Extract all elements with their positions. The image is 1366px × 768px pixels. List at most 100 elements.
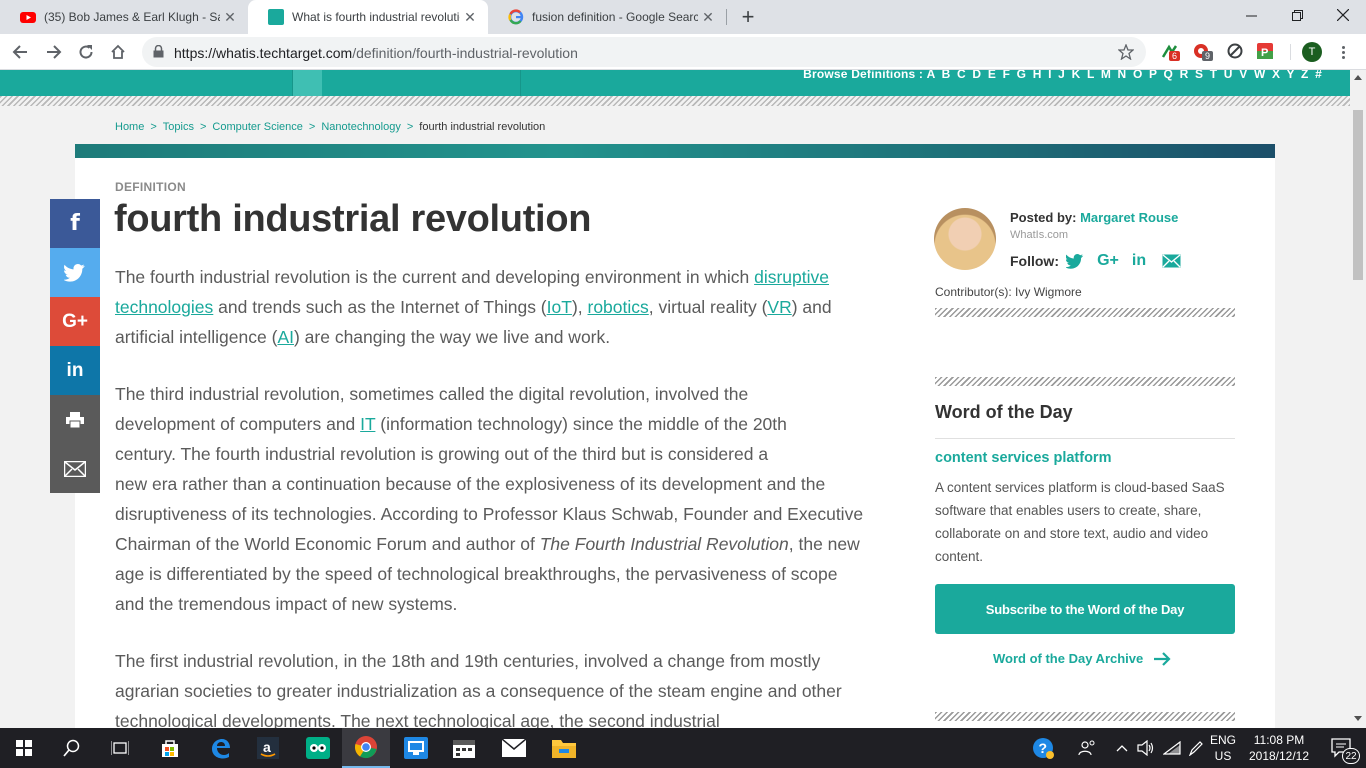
edge-icon bbox=[212, 739, 230, 759]
edge-app[interactable] bbox=[196, 728, 244, 768]
language: ENG bbox=[1209, 733, 1236, 747]
link-robotics[interactable]: robotics bbox=[588, 297, 649, 317]
extension-red-icon[interactable]: 9 bbox=[1193, 42, 1214, 62]
email-follow-icon[interactable] bbox=[1160, 250, 1182, 272]
tab-title: fusion definition - Google Search bbox=[532, 10, 698, 24]
volume-button[interactable] bbox=[1134, 728, 1158, 768]
star-icon[interactable] bbox=[1118, 44, 1134, 60]
svg-text:?: ? bbox=[1039, 740, 1048, 756]
extension-p-icon[interactable]: P bbox=[1256, 42, 1276, 62]
word-of-day-term[interactable]: content services platform bbox=[935, 450, 1111, 466]
facebook-share-button[interactable]: f bbox=[50, 199, 100, 248]
store-app[interactable] bbox=[146, 728, 194, 768]
browse-letters[interactable]: A B C D E F G H I J K L M N O P Q R S T … bbox=[927, 70, 1322, 81]
volume-icon bbox=[1137, 740, 1154, 756]
extension-badge: 9 bbox=[1202, 51, 1214, 61]
url-host: https://whatis.techtarget.com bbox=[174, 45, 353, 61]
reload-button[interactable] bbox=[72, 38, 100, 66]
pen-button[interactable] bbox=[1184, 728, 1208, 768]
minimize-button[interactable] bbox=[1228, 0, 1274, 30]
whatis-favicon-icon bbox=[268, 9, 284, 25]
book-title: The Fourth Industrial Revolution bbox=[539, 534, 789, 554]
breadcrumb-nanotechnology[interactable]: Nanotechnology bbox=[321, 121, 401, 133]
mail-app[interactable] bbox=[490, 728, 538, 768]
new-tab-button[interactable]: + bbox=[734, 3, 762, 31]
google-plus-follow-icon[interactable]: G+ bbox=[1095, 250, 1121, 272]
close-icon[interactable]: ✕ bbox=[220, 9, 240, 26]
scroll-up-icon[interactable] bbox=[1354, 74, 1362, 80]
people-button[interactable] bbox=[1068, 728, 1106, 768]
start-button[interactable] bbox=[0, 728, 48, 768]
close-window-button[interactable] bbox=[1320, 0, 1366, 30]
header-block bbox=[292, 70, 322, 96]
amazon-app[interactable]: a bbox=[244, 728, 292, 768]
linkedin-follow-icon[interactable]: in bbox=[1129, 250, 1149, 272]
author-name-link[interactable]: Margaret Rouse bbox=[1080, 210, 1178, 225]
link-iot[interactable]: IoT bbox=[547, 297, 572, 317]
breadcrumb-current: fourth industrial revolution bbox=[419, 121, 546, 133]
calendar-app[interactable] bbox=[440, 728, 488, 768]
chrome-icon bbox=[354, 736, 377, 759]
scroll-down-icon[interactable] bbox=[1354, 716, 1362, 722]
tripadvisor-app[interactable] bbox=[294, 728, 342, 768]
close-icon[interactable]: ✕ bbox=[698, 9, 718, 26]
scrollbar-thumb[interactable] bbox=[1353, 110, 1363, 280]
task-view-icon bbox=[111, 741, 129, 755]
browse-label: Browse Definitions : bbox=[803, 70, 924, 81]
language-indicator[interactable]: ENG US bbox=[1208, 732, 1238, 764]
back-button[interactable] bbox=[6, 38, 34, 66]
author-source: WhatIs.com bbox=[1010, 229, 1069, 241]
breadcrumb-sep: > bbox=[199, 121, 207, 133]
profile-avatar[interactable]: T bbox=[1302, 42, 1322, 62]
home-button[interactable] bbox=[104, 38, 132, 66]
wifi-button[interactable] bbox=[1160, 728, 1184, 768]
tab-youtube[interactable]: (35) Bob James & Earl Klugh - Sa ✕ bbox=[0, 0, 248, 34]
print-button[interactable] bbox=[50, 395, 100, 444]
youtube-icon bbox=[20, 12, 36, 23]
tab-title: (35) Bob James & Earl Klugh - Sa bbox=[44, 10, 220, 24]
action-center-button[interactable]: 22 bbox=[1318, 728, 1366, 768]
search-button[interactable] bbox=[48, 728, 96, 768]
restore-icon bbox=[1291, 9, 1303, 21]
menu-button[interactable] bbox=[1333, 42, 1353, 62]
breadcrumb-home[interactable]: Home bbox=[115, 121, 144, 133]
tray-expand-button[interactable] bbox=[1110, 728, 1134, 768]
address-bar[interactable]: https://whatis.techtarget.com/definition… bbox=[142, 37, 1146, 67]
article-container: DEFINITION fourth industrial revolution … bbox=[75, 144, 1275, 728]
forward-button[interactable] bbox=[40, 38, 68, 66]
help-tray-button[interactable]: ? bbox=[1020, 728, 1066, 768]
block-icon[interactable] bbox=[1226, 42, 1246, 62]
file-explorer-app[interactable] bbox=[540, 728, 588, 768]
breadcrumb-computer-science[interactable]: Computer Science bbox=[212, 121, 303, 133]
link-ai[interactable]: AI bbox=[277, 327, 294, 347]
system-clock[interactable]: 11:08 PM 2018/12/12 bbox=[1244, 732, 1314, 764]
restore-button[interactable] bbox=[1274, 0, 1320, 30]
chrome-app[interactable] bbox=[342, 728, 390, 768]
close-icon[interactable]: ✕ bbox=[460, 9, 480, 26]
link-vr[interactable]: VR bbox=[767, 297, 791, 317]
breadcrumb-topics[interactable]: Topics bbox=[163, 121, 194, 133]
email-share-button[interactable] bbox=[50, 444, 100, 493]
text: development of computers and bbox=[115, 414, 361, 434]
text: and trends such as the Internet of Thing… bbox=[213, 297, 547, 317]
extension-green-icon[interactable]: 6 bbox=[1160, 42, 1181, 62]
windows-icon bbox=[16, 740, 32, 756]
remote-app[interactable] bbox=[392, 728, 440, 768]
home-icon bbox=[111, 44, 125, 59]
tab-whatis[interactable]: What is fourth industrial revolutio ✕ bbox=[248, 0, 488, 34]
posted-by: Posted by: Margaret Rouse bbox=[1010, 210, 1178, 225]
link-it[interactable]: IT bbox=[360, 414, 375, 434]
word-of-day-archive-link[interactable]: Word of the Day Archive bbox=[993, 651, 1171, 666]
google-icon bbox=[508, 9, 524, 25]
google-plus-share-button[interactable]: G+ bbox=[50, 297, 100, 346]
twitter-follow-icon[interactable] bbox=[1065, 250, 1085, 272]
twitter-share-button[interactable] bbox=[50, 248, 100, 297]
task-view-button[interactable] bbox=[96, 728, 144, 768]
vertical-scrollbar[interactable] bbox=[1350, 70, 1366, 728]
twitter-icon bbox=[64, 263, 85, 282]
linkedin-share-button[interactable]: in bbox=[50, 346, 100, 395]
tab-google[interactable]: fusion definition - Google Search ✕ bbox=[488, 0, 726, 34]
time: 11:08 PM bbox=[1253, 733, 1305, 747]
subscribe-button[interactable]: Subscribe to the Word of the Day bbox=[935, 584, 1235, 634]
svg-text:P: P bbox=[1261, 47, 1268, 59]
